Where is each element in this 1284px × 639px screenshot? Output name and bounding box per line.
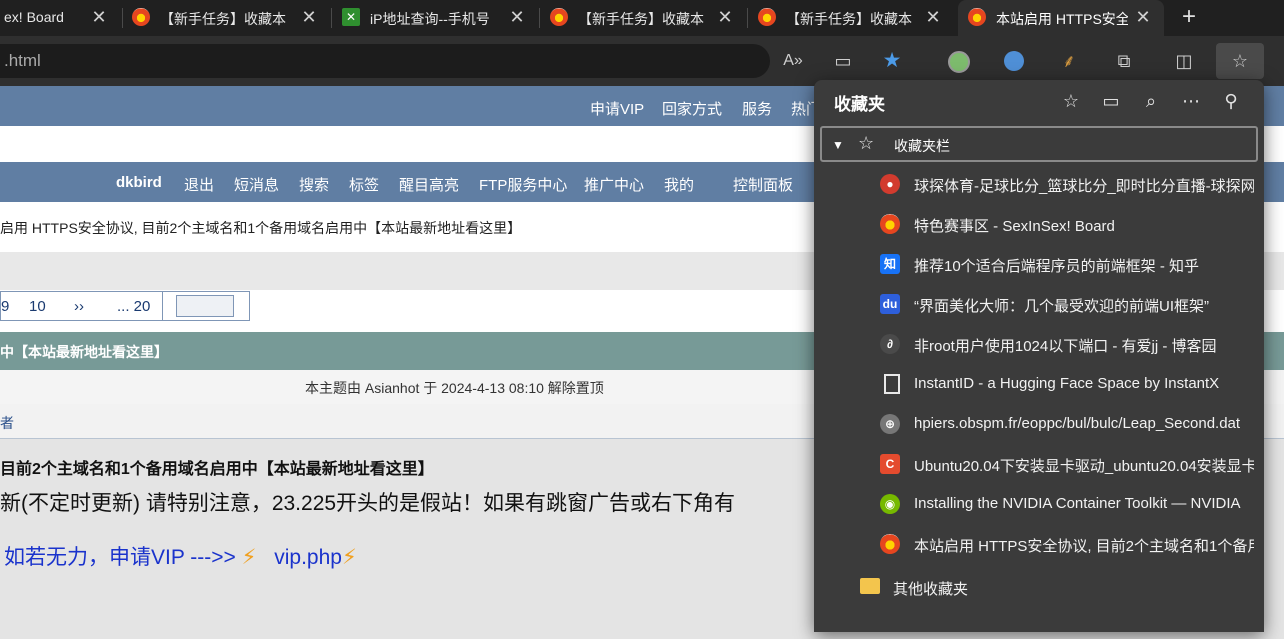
new-tab-button[interactable]: + <box>1174 0 1210 36</box>
post-text: 新(不定时更新) 请特别注意，23.225开头的是假站！如果有跳窗广告或右下角有 <box>0 492 736 515</box>
pin-icon[interactable]: ⚲ <box>1218 88 1244 114</box>
favorite-item[interactable]: ◉ Installing the NVIDIA Container Toolkit… <box>814 484 1264 524</box>
next-page-link[interactable]: ›› <box>74 298 84 315</box>
highlight-link[interactable]: 醒目高亮 <box>399 174 459 195</box>
add-favorite-icon[interactable]: ☆ <box>1058 88 1084 114</box>
search-icon[interactable]: ⌕ <box>1138 88 1164 114</box>
my-link[interactable]: 我的 <box>664 174 694 195</box>
favorite-item[interactable]: du “界面美化大师：几个最受欢迎的前端UI框架” <box>814 284 1264 324</box>
username-link[interactable]: dkbird <box>116 174 162 191</box>
extension-feather-icon[interactable]: ⸙ <box>1056 48 1082 74</box>
read-aloud-icon[interactable]: A» <box>780 48 806 74</box>
add-folder-icon[interactable]: ▭ <box>1098 88 1124 114</box>
vip-link[interactable]: vip.php <box>274 546 342 569</box>
browser-toolbar: .html A» ▭ ★ ⸙ ⧉ ◫ ☆ <box>0 36 1284 86</box>
lightning-icon: ⚡ <box>341 546 357 569</box>
last-page-link[interactable]: ... 20 <box>117 298 150 315</box>
qiutan-icon: ● <box>880 174 900 194</box>
close-icon[interactable]: ✕ <box>506 6 528 28</box>
split-screen-icon[interactable]: ◫ <box>1171 48 1197 74</box>
favorites-panel: 收藏夹 ☆ ▭ ⌕ ⋯ ⚲ ▼ ☆ 收藏夹栏 ● 球探体育-足球比分_篮球比分_即… <box>814 80 1264 632</box>
csdn-icon: C <box>880 454 900 474</box>
favorite-item[interactable]: C Ubuntu20.04下安装显卡驱动_ubuntu20.04安装显卡驱动 <box>814 444 1264 484</box>
favorite-star-icon[interactable]: ★ <box>879 48 905 74</box>
vip-line: 如若无力，申请VIP --->> ⚡ vip.php⚡ <box>4 546 357 569</box>
breadcrumb: 启用 HTTPS安全协议, 目前2个主域名和1个备用域名启用中【本站最新地址看这… <box>0 220 522 236</box>
close-icon[interactable]: ✕ <box>88 6 110 28</box>
logout-link[interactable]: 退出 <box>184 174 214 195</box>
favorite-item[interactable]: 特色赛事区 - SexInSex! Board <box>814 204 1264 244</box>
nav-home-way[interactable]: 回家方式 <box>662 98 722 119</box>
favorites-bar-folder[interactable]: ▼ ☆ 收藏夹栏 <box>820 126 1258 162</box>
favorite-item[interactable]: InstantID - a Hugging Face Space by Inst… <box>814 364 1264 404</box>
more-options-icon[interactable]: ⋯ <box>1178 88 1204 114</box>
favorite-item[interactable]: ⊕ hpiers.obspm.fr/eoppc/bul/bulc/Leap_Sec… <box>814 404 1264 444</box>
nav-service[interactable]: 服务 <box>742 98 772 119</box>
search-link[interactable]: 搜索 <box>299 174 329 195</box>
tab-5[interactable]: 【新手任务】收藏本 ✕ <box>748 0 954 36</box>
close-icon[interactable]: ✕ <box>714 6 736 28</box>
tab-1[interactable]: ex! Board ✕ <box>0 0 120 36</box>
post-title: 目前2个主域名和1个备用域名启用中【本站最新地址看这里】 <box>0 461 434 478</box>
tags-link[interactable]: 标签 <box>349 174 379 195</box>
page-link[interactable]: 9 <box>1 298 9 315</box>
site-logo-icon <box>968 8 986 26</box>
tab-4[interactable]: 【新手任务】收藏本 ✕ <box>540 0 746 36</box>
pagination: 9 10 ›› ... 20 <box>0 291 250 321</box>
extension-circle-icon[interactable] <box>946 48 972 74</box>
site-logo-icon <box>132 8 150 26</box>
favorites-hub-icon[interactable]: ☆ <box>1216 43 1264 79</box>
sis-icon <box>880 534 900 554</box>
close-icon[interactable]: ✕ <box>1132 6 1154 28</box>
extension-compass-icon[interactable] <box>1001 48 1027 74</box>
other-favorites-folder[interactable]: 其他收藏夹 <box>814 570 1264 606</box>
zhihu-icon: 知 <box>880 254 900 274</box>
messages-link[interactable]: 短消息 <box>234 174 279 195</box>
sis-icon <box>880 214 900 234</box>
page-jump-input[interactable] <box>176 295 234 317</box>
immersive-reader-icon[interactable]: ▭ <box>830 48 856 74</box>
tab-active[interactable]: 本站启用 HTTPS安全 ✕ <box>958 0 1164 36</box>
globe-icon: ⊕ <box>880 414 900 434</box>
favorite-item[interactable]: 本站启用 HTTPS安全协议, 目前2个主域名和1个备用域名启用中 <box>814 524 1264 564</box>
address-bar[interactable]: .html <box>0 44 770 78</box>
folder-icon <box>860 578 880 594</box>
close-icon[interactable]: ✕ <box>922 6 944 28</box>
tab-3[interactable]: ✕ iP地址查询--手机号 ✕ <box>332 0 538 36</box>
lightning-icon: ⚡ <box>241 546 257 569</box>
star-icon: ☆ <box>858 133 875 153</box>
page-icon <box>884 374 900 394</box>
tab-2[interactable]: 【新手任务】收藏本 ✕ <box>122 0 330 36</box>
site-logo-icon <box>758 8 776 26</box>
close-icon[interactable]: ✕ <box>298 6 320 28</box>
tab-strip: ex! Board ✕ 【新手任务】收藏本 ✕ ✕ iP地址查询--手机号 ✕ … <box>0 0 1284 36</box>
cnblogs-icon: ∂ <box>880 334 900 354</box>
favorites-title: 收藏夹 <box>834 95 885 114</box>
nav-vip[interactable]: 申请VIP <box>590 98 644 119</box>
promotion-link[interactable]: 推广中心 <box>584 174 644 195</box>
chevron-down-icon: ▼ <box>832 138 844 152</box>
ftp-link[interactable]: FTP服务中心 <box>479 174 567 195</box>
ip-site-icon: ✕ <box>342 8 360 26</box>
page-link[interactable]: 10 <box>29 298 46 315</box>
extensions-puzzle-icon[interactable]: ⧉ <box>1111 48 1137 74</box>
site-logo-icon <box>550 8 568 26</box>
control-panel-link[interactable]: 控制面板 <box>733 174 793 195</box>
baidu-icon: du <box>880 294 900 314</box>
favorite-item[interactable]: ● 球探体育-足球比分_篮球比分_即时比分直播-球探网 <box>814 164 1264 204</box>
nvidia-icon: ◉ <box>880 494 900 514</box>
favorite-item[interactable]: 知推荐10个适合后端程序员的前端框架 - 知乎 <box>814 244 1264 284</box>
favorite-item[interactable]: ∂ 非root用户使用1024以下端口 - 有爱jj - 博客园 <box>814 324 1264 364</box>
